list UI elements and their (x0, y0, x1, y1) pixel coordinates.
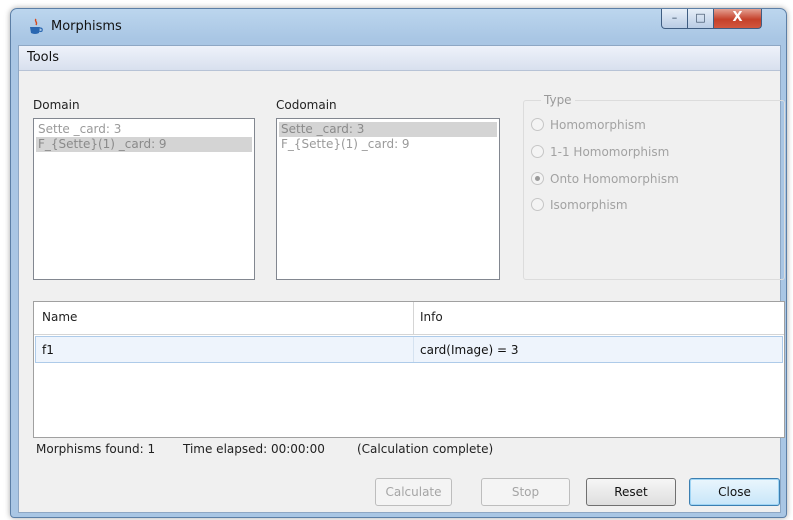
calculate-button[interactable]: Calculate (375, 478, 452, 506)
codomain-item-sette[interactable]: Sette _card: 3 (279, 122, 497, 137)
radio-unchecked-icon (531, 198, 544, 211)
type-group-label: Type (541, 93, 575, 107)
minimize-button[interactable]: – (661, 9, 688, 29)
table-row[interactable]: f1 card(Image) = 3 (35, 336, 783, 363)
close-icon: X (732, 10, 743, 25)
cell-divider (413, 337, 414, 362)
radio-checked-icon (531, 172, 544, 185)
close-button[interactable]: Close (689, 478, 780, 506)
table-header: Name Info (34, 302, 784, 335)
cell-info: card(Image) = 3 (420, 343, 519, 357)
radio-onto-homomorphism[interactable]: Onto Homomorphism (531, 170, 679, 188)
status-morphisms-found: Morphisms found: 1 (36, 442, 156, 456)
radio-onto-homomorphism-label: Onto Homomorphism (550, 172, 679, 186)
radio-1-1-homomorphism-label: 1-1 Homomorphism (550, 145, 670, 159)
maximize-button[interactable]: □ (687, 9, 714, 29)
status-time-elapsed: Time elapsed: 00:00:00 (183, 442, 325, 456)
column-header-name[interactable]: Name (42, 310, 77, 324)
menu-tools[interactable]: Tools (27, 50, 59, 65)
radio-isomorphism[interactable]: Isomorphism (531, 196, 628, 214)
domain-label: Domain (33, 98, 80, 112)
minimize-icon: – (671, 11, 678, 24)
domain-list[interactable]: Sette _card: 3 F_{Sette}(1) _card: 9 (33, 118, 255, 280)
column-header-info[interactable]: Info (420, 310, 443, 324)
java-coffee-cup-icon (30, 18, 43, 34)
codomain-label: Codomain (276, 98, 337, 112)
column-divider[interactable] (413, 302, 414, 334)
client-area: Tools Domain Sette _card: 3 F_{Sette}(1)… (18, 45, 785, 513)
close-window-button[interactable]: X (713, 9, 762, 29)
codomain-list[interactable]: Sette _card: 3 F_{Sette}(1) _card: 9 (276, 118, 500, 280)
reset-button[interactable]: Reset (586, 478, 676, 506)
morphisms-window: Morphisms – □ X Tools Domain Sette _card… (10, 8, 787, 518)
stop-button[interactable]: Stop (481, 478, 570, 506)
radio-1-1-homomorphism[interactable]: 1-1 Homomorphism (531, 143, 669, 161)
status-calculation-state: (Calculation complete) (357, 442, 494, 456)
cell-name: f1 (42, 343, 54, 357)
maximize-icon: □ (695, 11, 706, 24)
radio-isomorphism-label: Isomorphism (550, 198, 628, 212)
radio-unchecked-icon (531, 118, 544, 131)
radio-homomorphism-label: Homomorphism (550, 118, 646, 132)
title-bar[interactable]: Morphisms – □ X (11, 9, 786, 45)
radio-homomorphism[interactable]: Homomorphism (531, 116, 646, 134)
window-title: Morphisms (51, 19, 122, 34)
domain-item-sette[interactable]: Sette _card: 3 (36, 122, 252, 137)
results-table[interactable]: Name Info f1 card(Image) = 3 (33, 301, 785, 438)
menu-bar: Tools (19, 46, 780, 71)
codomain-item-f-sette[interactable]: F_{Sette}(1) _card: 9 (279, 137, 497, 152)
domain-item-f-sette[interactable]: F_{Sette}(1) _card: 9 (36, 137, 252, 152)
radio-unchecked-icon (531, 145, 544, 158)
